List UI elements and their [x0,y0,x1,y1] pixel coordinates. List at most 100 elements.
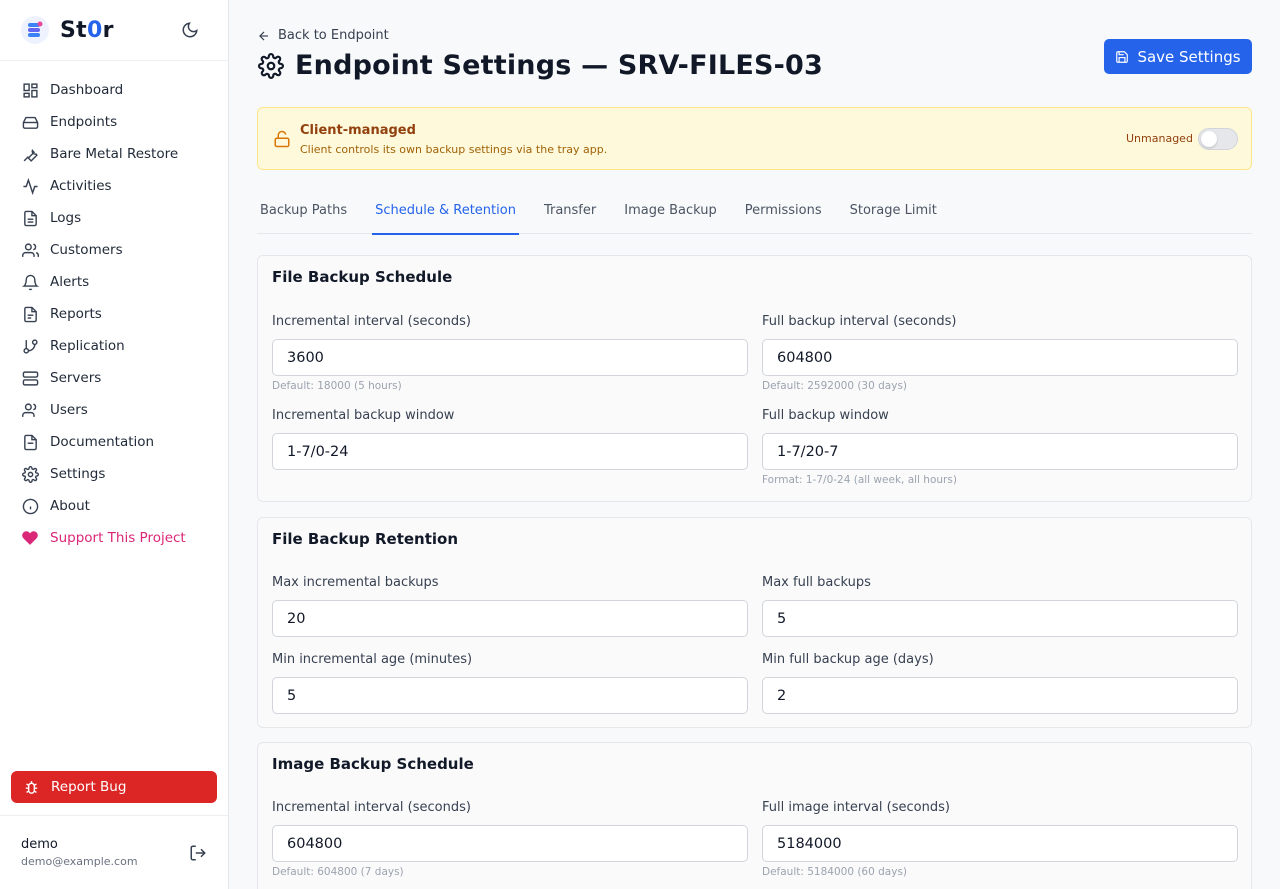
arrow-left-icon [257,29,271,43]
full-window-input[interactable]: 1-7/20-7 [762,433,1238,470]
sidebar-item-endpoints[interactable]: Endpoints [0,106,228,138]
field-label: Incremental backup window [272,408,455,423]
users-icon [21,241,39,259]
tab-permissions[interactable]: Permissions [742,192,825,234]
image-incremental-interval-field: Incremental interval (seconds) 604800 De… [272,800,748,878]
field-label: Incremental interval (seconds) [272,800,471,815]
max-full-input[interactable]: 5 [762,600,1238,637]
sidebar-item-replication[interactable]: Replication [0,330,228,362]
sidebar-item-label: Settings [50,466,106,482]
tab-storage-limit[interactable]: Storage Limit [847,192,940,234]
server-icon [21,369,39,387]
sidebar-item-label: Reports [50,306,102,322]
save-settings-button[interactable]: Save Settings [1104,39,1252,74]
back-link[interactable]: Back to Endpoint [257,28,389,43]
full-interval-field: Full backup interval (seconds) 604800 De… [762,314,1238,392]
max-incremental-input[interactable]: 20 [272,600,748,637]
field-label: Full backup interval (seconds) [762,314,957,329]
file-backup-schedule-card: File Backup Schedule Incremental interva… [257,255,1252,502]
user-group-icon [21,401,39,419]
full-interval-input[interactable]: 604800 [762,339,1238,376]
sidebar-item-servers[interactable]: Servers [0,362,228,394]
sidebar-item-reports[interactable]: Reports [0,298,228,330]
field-label: Max incremental backups [272,575,439,590]
sidebar-item-label: Activities [50,178,112,194]
full-image-interval-field: Full image interval (seconds) 5184000 De… [762,800,1238,878]
unlock-icon [273,129,293,149]
full-image-interval-input[interactable]: 5184000 [762,825,1238,862]
save-icon [1115,50,1129,64]
sidebar-item-label: Documentation [50,434,155,450]
unmanaged-label: Unmanaged [1126,132,1193,145]
logout-icon[interactable] [188,843,208,863]
sidebar-item-users[interactable]: Users [0,394,228,426]
report-bug-button[interactable]: Report Bug [11,771,217,803]
file-text-icon [21,209,39,227]
max-full-field: Max full backups 5 [762,575,1238,637]
sidebar-item-customers[interactable]: Customers [0,234,228,266]
report-bug-label: Report Bug [51,779,127,795]
sidebar-item-label: Servers [50,370,102,386]
field-label: Full backup window [762,408,889,423]
sidebar-item-settings[interactable]: Settings [0,458,228,490]
main-content: Back to Endpoint Endpoint Settings — SRV… [229,0,1280,889]
sidebar-item-label: Endpoints [50,114,118,130]
card-title: File Backup Retention [272,530,459,548]
banner-subtitle: Client controls its own backup settings … [300,143,608,156]
min-full-age-field: Min full backup age (days) 2 [762,652,1238,714]
incremental-interval-field: Incremental interval (seconds) 3600 Defa… [272,314,748,392]
image-incremental-interval-input[interactable]: 604800 [272,825,748,862]
sidebar-item-support[interactable]: Support This Project [0,522,228,554]
full-window-field: Full backup window 1-7/20-7 Format: 1-7/… [762,408,1238,486]
brand-name[interactable]: St0r [60,18,114,43]
sidebar-item-label: Alerts [50,274,90,290]
incremental-interval-input[interactable]: 3600 [272,339,748,376]
dashboard-icon [21,81,39,99]
tab-image-backup[interactable]: Image Backup [621,192,720,234]
sidebar-nav: Dashboard Endpoints Bare Metal Restore A… [0,61,228,554]
sidebar-item-label: Dashboard [50,82,124,98]
card-title: Image Backup Schedule [272,755,474,773]
tab-schedule-retention[interactable]: Schedule & Retention [372,192,519,235]
sidebar-item-bare-metal-restore[interactable]: Bare Metal Restore [0,138,228,170]
field-label: Max full backups [762,575,871,590]
settings-tabs: Backup Paths Schedule & Retention Transf… [257,192,1252,235]
field-label: Incremental interval (seconds) [272,314,471,329]
max-incremental-field: Max incremental backups 20 [272,575,748,637]
min-incremental-age-input[interactable]: 5 [272,677,748,714]
back-label: Back to Endpoint [278,28,389,43]
heart-icon [21,529,39,547]
sidebar-item-alerts[interactable]: Alerts [0,266,228,298]
sidebar-item-label: Customers [50,242,123,258]
toggle-knob [1201,131,1217,147]
sidebar-item-dashboard[interactable]: Dashboard [0,74,228,106]
moon-icon[interactable] [180,20,200,40]
banner-title: Client-managed [300,123,416,138]
report-icon [21,305,39,323]
sidebar-item-activities[interactable]: Activities [0,170,228,202]
tab-backup-paths[interactable]: Backup Paths [257,192,350,234]
sidebar-item-label: Replication [50,338,125,354]
image-backup-schedule-card: Image Backup Schedule Incremental interv… [257,742,1252,889]
field-hint: Default: 2592000 (30 days) [762,380,908,392]
brand: St0r [0,0,228,61]
sidebar-item-about[interactable]: About [0,490,228,522]
info-icon [21,497,39,515]
incremental-window-field: Incremental backup window 1-7/0-24 [272,408,748,470]
min-full-age-input[interactable]: 2 [762,677,1238,714]
bug-icon [22,778,40,796]
save-settings-label: Save Settings [1137,47,1241,66]
min-incremental-age-field: Min incremental age (minutes) 5 [272,652,748,714]
tab-transfer[interactable]: Transfer [541,192,599,234]
client-managed-banner: Client-managed Client controls its own b… [257,107,1252,170]
gear-icon [21,465,39,483]
unmanaged-toggle[interactable] [1198,128,1238,150]
activity-icon [21,177,39,195]
incremental-window-input[interactable]: 1-7/0-24 [272,433,748,470]
sidebar-item-logs[interactable]: Logs [0,202,228,234]
field-label: Min full backup age (days) [762,652,934,667]
field-hint: Default: 604800 (7 days) [272,866,404,878]
field-hint: Default: 5184000 (60 days) [762,866,908,878]
gear-icon [257,52,285,80]
sidebar-item-documentation[interactable]: Documentation [0,426,228,458]
